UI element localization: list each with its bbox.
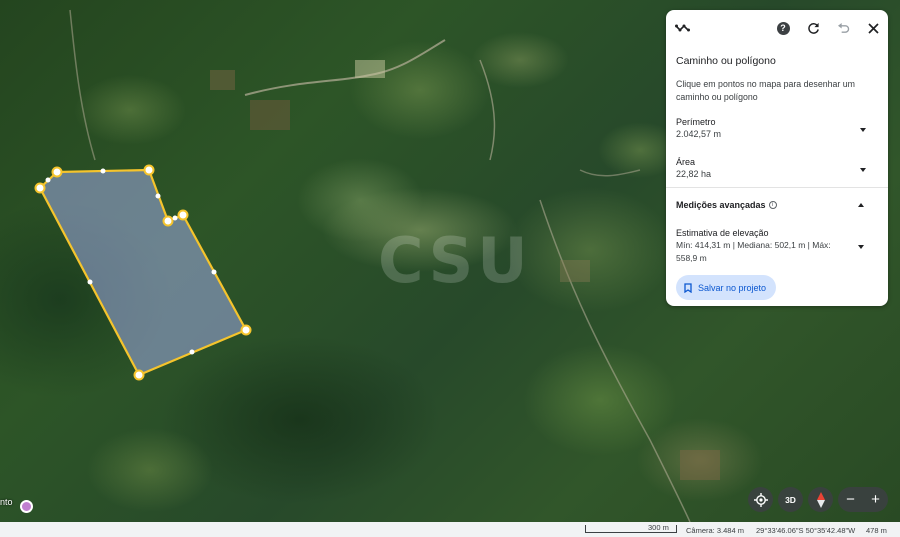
area-label: Área [676,157,696,167]
undo-icon[interactable] [835,20,851,36]
help-icon[interactable]: ? [775,20,791,36]
perimeter-row[interactable]: Perímetro 2.042,57 m [676,117,878,139]
collapse-chevron-icon[interactable] [858,203,864,207]
save-to-project-button[interactable]: Salvar no projeto [676,275,777,300]
polygon-midpoint [100,168,106,174]
polygon-vertex [162,215,174,227]
status-bar: 300 m Câmera: 3.484 m 29°33'46.06"S 50°3… [0,522,900,537]
camera-altitude: Câmera: 3.484 m [686,526,744,535]
polygon-midpoint [211,269,217,275]
save-to-project-label: Salvar no projeto [698,282,767,293]
polygon-vertex [177,209,189,221]
polygon-midpoint [45,177,51,183]
toggle-3d-button[interactable]: 3D [778,487,803,512]
scale-label: 300 m [648,523,669,532]
perimeter-label: Perímetro [676,117,716,127]
polygon-vertex [51,166,63,178]
elevation-label: Estimativa de elevação [676,228,769,238]
watermark: CSU [378,224,532,297]
advanced-measurements-label: Medições avançadas [676,200,766,210]
cursor-coordinates: 29°33'46.06"S 50°35'42.48"W [756,526,856,535]
panel-header: ? [666,10,888,46]
elevation-value: Mín: 414,31 m | Mediana: 502,1 m | Máx: … [676,240,831,263]
refresh-icon[interactable] [805,20,821,36]
panel-title: Caminho ou polígono [676,55,776,67]
divider [666,187,888,188]
perimeter-dropdown-icon[interactable] [860,128,866,132]
polygon-vertex [133,369,145,381]
area-dropdown-icon[interactable] [860,168,866,172]
polygon-midpoint [155,193,161,199]
perimeter-value: 2.042,57 m [676,129,722,139]
place-pin-icon[interactable] [20,500,33,513]
zoom-out-button[interactable]: − [846,491,855,508]
measure-panel: ? Caminho ou polígono Clique em pontos n… [666,10,888,306]
zoom-in-button[interactable]: + [871,491,880,508]
polygon-vertex [143,164,155,176]
polygon-midpoint [87,279,93,285]
crosshair-icon [753,492,768,507]
close-icon[interactable] [865,20,881,36]
area-row[interactable]: Área 22,82 ha [676,157,878,179]
info-icon[interactable]: i [768,201,777,209]
compass-icon [816,491,825,508]
polygon-vertex [240,324,252,336]
elevation-estimate: Estimativa de elevação Mín: 414,31 m | M… [676,228,851,264]
polygon-midpoint [172,215,178,221]
map-place-label: nto [0,497,13,507]
polygon-vertex [34,182,46,194]
zoom-controls: − + [838,487,888,512]
elevation-dropdown-icon[interactable] [858,245,864,249]
compass-button[interactable] [808,487,833,512]
area-value: 22,82 ha [676,169,712,179]
polygon-midpoint [189,349,195,355]
bookmark-icon [684,282,692,293]
advanced-measurements-header[interactable]: Medições avançadas i [676,200,777,210]
panel-instructions: Clique em pontos no mapa para desenhar u… [676,79,855,102]
ground-elevation: 478 m [866,526,887,535]
path-icon [675,20,691,36]
my-location-button[interactable] [748,487,773,512]
